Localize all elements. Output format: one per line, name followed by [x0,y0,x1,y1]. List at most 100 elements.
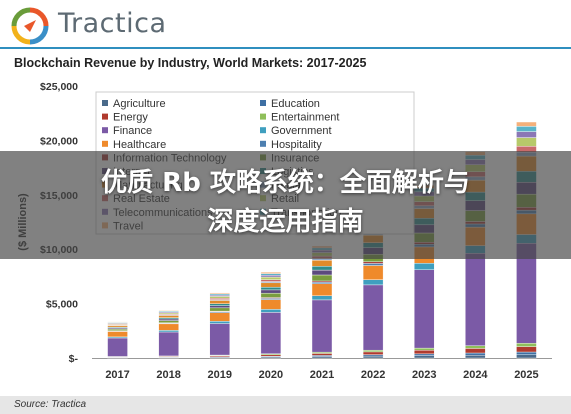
overlay-line-1: 优质 Rb 攻略系统：全面解析与 [101,168,470,198]
bar-segment [260,354,282,357]
bar-segment [465,348,486,354]
bar-segment [362,261,384,264]
legend-swatch [102,100,108,106]
bar-segment [107,331,128,338]
bar-segment [311,274,333,282]
bar-segment [209,321,230,324]
bar-segment [465,354,486,359]
bar-segment [260,279,282,282]
legend-swatch [260,127,266,134]
legend-label: Energy [113,112,148,124]
bar-segment [209,300,230,304]
bar-segment [362,263,384,266]
bar-segment [260,271,282,274]
bar-segment [465,352,486,356]
bar-segment [311,266,333,271]
bar-segment [209,323,230,356]
x-tick-label: 2017 [105,369,129,381]
bar-segment [260,309,282,313]
bar-segment [260,275,282,278]
overlay-headline: 优质 Rb 攻略系统：全面解析与 深度运用指南 [0,164,571,242]
x-tick-label: 2022 [361,369,385,381]
x-tick-label: 2023 [412,369,436,381]
bar-segment [158,310,179,312]
legend-label: Hospitality [271,139,322,151]
legend-label: Government [271,125,332,137]
bar-segment [516,354,537,359]
bar-segment [362,354,384,357]
legend-label: Finance [113,125,152,137]
bar-segment [362,279,384,286]
legend-swatch [102,113,108,120]
source-text: Source: Tractica [14,399,87,410]
bar-segment [516,343,537,347]
legend-swatch [102,140,108,147]
bar-segment [260,273,282,276]
bar-segment [311,299,333,353]
legend-label: Entertainment [271,112,339,124]
bar-segment [260,289,282,294]
legend-label: Healthcare [113,139,166,151]
legend-label: Education [271,98,320,110]
bar-segment [516,351,537,355]
legend-swatch [260,140,266,147]
x-tick-label: 2020 [259,369,283,381]
bar-segment [516,346,537,353]
bar-segment [158,318,179,321]
y-tick-label: $- [69,353,79,365]
legend-swatch [260,100,266,106]
bar-segment [311,283,333,296]
bar-segment [311,281,333,284]
bar-segment [107,337,128,357]
x-tick-label: 2021 [310,369,334,381]
bar-segment [414,269,435,349]
bar-segment [260,276,282,280]
bar-segment [414,353,435,356]
bar-segment [260,282,282,288]
y-tick-label: $5,000 [46,299,78,311]
bar-segment [362,349,384,353]
bar-segment [311,269,333,276]
bar-segment [158,315,179,318]
bar-segment [209,303,230,306]
bar-segment [158,320,179,323]
bar-segment [362,351,384,355]
overlay-line-2: 深度运用指南 [207,207,364,237]
bar-segment [209,307,230,312]
bar-segment [516,137,537,147]
bar-segment [107,328,128,331]
bar-segment [260,312,282,354]
bar-segment [362,284,384,351]
bar-segment [209,312,230,322]
y-tick-label: $20,000 [40,135,78,147]
bar-segment [516,121,537,127]
bar-segment [414,350,435,355]
legend-swatch [260,113,266,120]
bar-segment [209,292,230,295]
bar-segment [158,330,179,333]
legend-label: Agriculture [113,98,166,110]
bar-segment [465,345,486,349]
bar-segment [107,321,128,323]
bar-segment [311,356,333,359]
bar-segment [414,355,435,359]
x-tick-label: 2024 [463,369,488,381]
bar-segment [158,323,179,331]
bar-segment [414,263,435,270]
bar-segment [311,295,333,301]
bar-segment [516,131,537,138]
bar-segment [260,299,282,310]
x-tick-label: 2019 [208,369,232,381]
bar-segment [516,126,537,132]
bar-segment [311,353,333,356]
bar-segment [209,305,230,309]
bar-segment [158,331,179,357]
bar-segment [260,286,282,291]
bar-segment [260,292,282,298]
legend-swatch [102,127,108,134]
source-bar: Source: Tractica [0,396,571,414]
y-tick-label: $25,000 [40,81,78,93]
x-tick-label: 2025 [514,369,538,381]
bar-segment [465,253,486,346]
bar-segment [209,296,230,299]
